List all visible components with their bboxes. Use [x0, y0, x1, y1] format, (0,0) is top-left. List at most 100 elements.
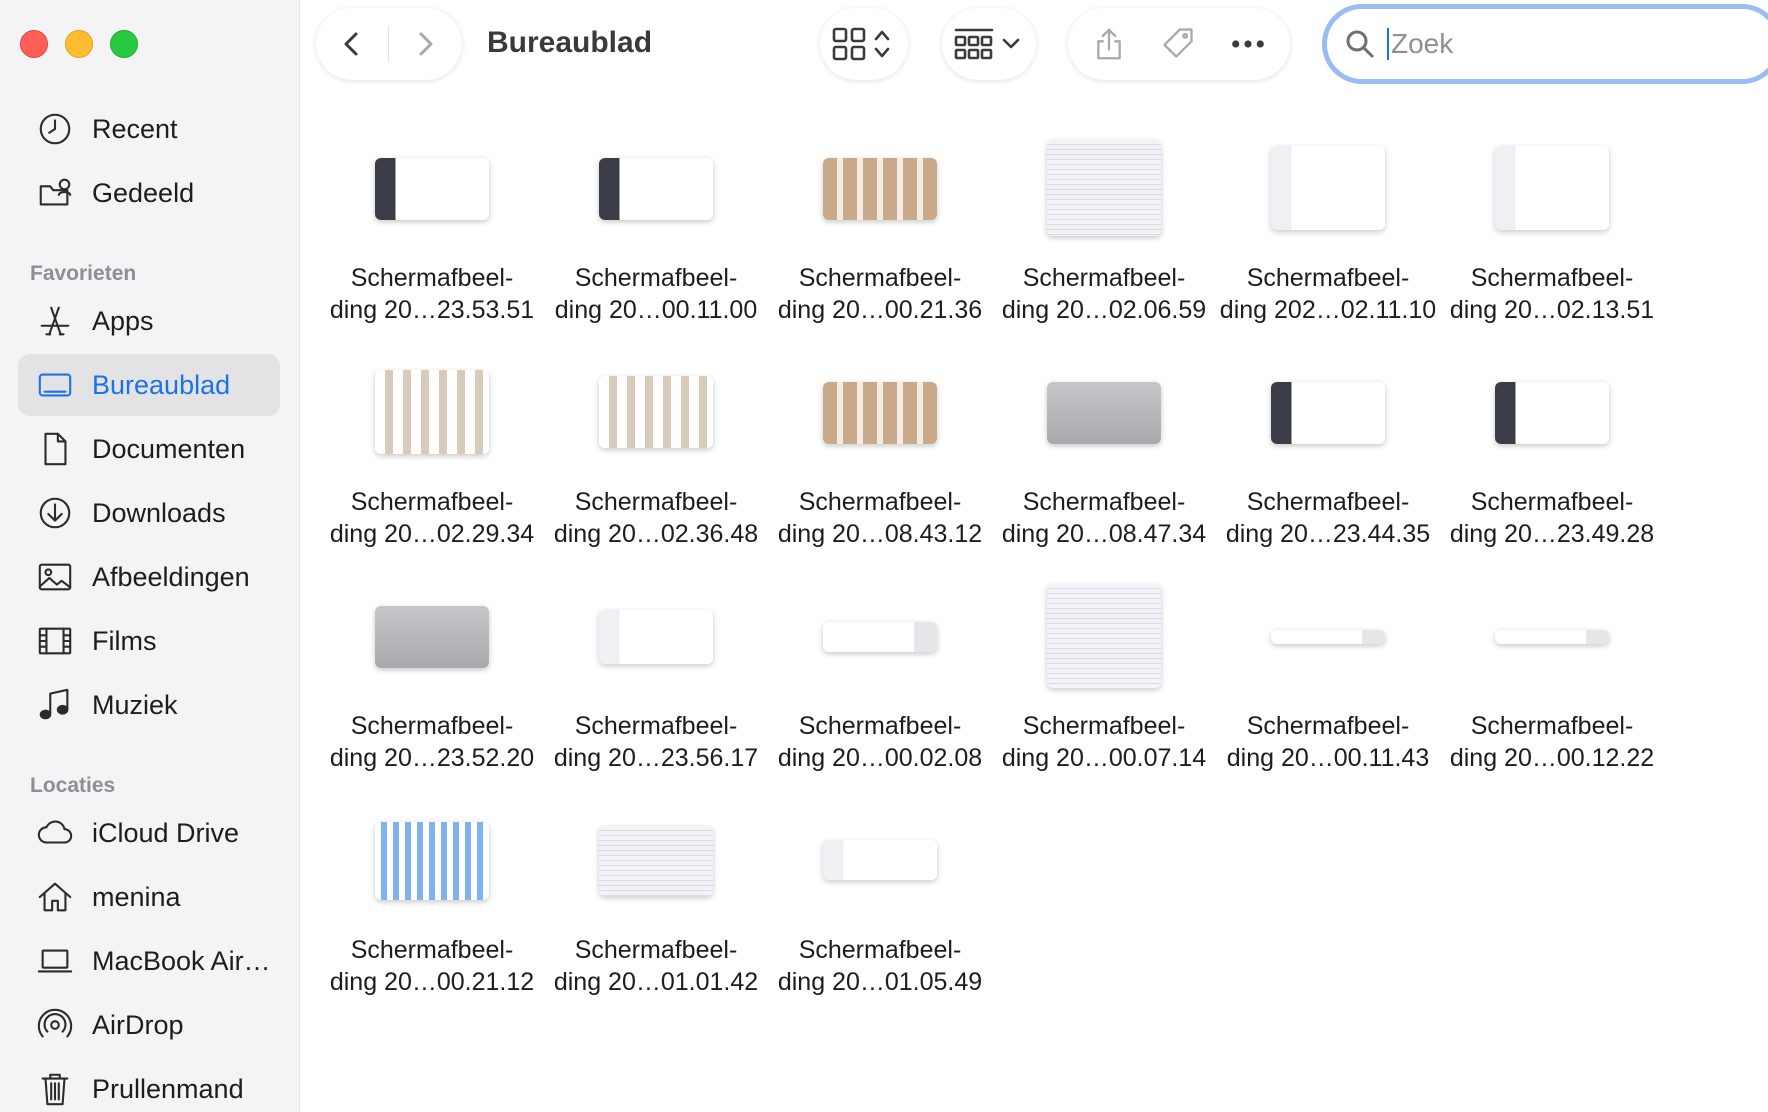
share-icon — [1097, 28, 1122, 60]
sidebar-item-bureaublad[interactable]: Bureaublad — [18, 354, 280, 416]
home-icon — [34, 876, 76, 918]
sidebar-item-airdrop[interactable]: AirDrop — [18, 994, 280, 1056]
file-name-line2: ding 20…23.52.20 — [329, 744, 535, 772]
file-name-line1: Schermafbeel- — [350, 264, 514, 292]
sidebar-item-recent[interactable]: Recent — [18, 98, 280, 160]
sidebar-item-muziek[interactable]: Muziek — [18, 674, 280, 736]
file-item[interactable]: Schermafbeel-ding 20…08.47.34 — [992, 352, 1216, 572]
file-item[interactable]: Schermafbeel-ding 20…00.21.12 — [320, 800, 544, 1020]
shared-folder-icon — [34, 172, 76, 214]
file-name-line2: ding 202…02.11.10 — [1219, 296, 1437, 324]
file-name-line1: Schermafbeel- — [1246, 712, 1410, 740]
ellipsis-icon — [1231, 40, 1264, 48]
file-item[interactable]: Schermafbeel-ding 20…00.11.00 — [544, 128, 768, 348]
icon-view-grid-icon — [832, 27, 890, 61]
file-item[interactable]: Schermafbeel-ding 202…02.11.10 — [1216, 128, 1440, 348]
file-item[interactable]: Schermafbeel-ding 20…00.11.43 — [1216, 576, 1440, 796]
file-item[interactable]: Schermafbeel-ding 20…01.05.49 — [768, 800, 992, 1020]
file-item[interactable]: Schermafbeel-ding 20…02.06.59 — [992, 128, 1216, 348]
close-window-button[interactable] — [20, 30, 48, 58]
file-name: Schermafbeel-ding 20…00.07.14 — [982, 710, 1226, 774]
sidebar-item-documenten[interactable]: Documenten — [18, 418, 280, 480]
file-thumbnail — [375, 370, 489, 454]
file-name: Schermafbeel-ding 202…02.11.10 — [1206, 262, 1450, 326]
back-button[interactable] — [316, 8, 388, 80]
minimize-window-button[interactable] — [65, 30, 93, 58]
search-input[interactable] — [1387, 28, 1687, 60]
file-thumbnail — [1495, 146, 1609, 230]
sidebar-item-afbeeldingen[interactable]: Afbeeldingen — [18, 546, 280, 608]
sidebar-item-films[interactable]: Films — [18, 610, 280, 672]
file-item[interactable]: Schermafbeel-ding 20…00.02.08 — [768, 576, 992, 796]
search-field[interactable] — [1322, 4, 1768, 84]
trash-icon — [34, 1068, 76, 1110]
file-item[interactable]: Schermafbeel-ding 20…23.52.20 — [320, 576, 544, 796]
file-thumbnail — [1495, 382, 1609, 444]
file-name-line1: Schermafbeel- — [350, 488, 514, 516]
actions-toolbar — [1068, 8, 1290, 80]
sidebar-item-label: Muziek — [92, 689, 178, 720]
group-grid-icon — [954, 28, 1020, 60]
file-name-line2: ding 20…00.02.08 — [777, 744, 983, 772]
group-by-button[interactable] — [942, 8, 1036, 80]
file-name-line2: ding 20…00.21.12 — [329, 968, 535, 996]
more-button[interactable] — [1231, 8, 1265, 80]
zoom-window-button[interactable] — [110, 30, 138, 58]
file-item[interactable]: Schermafbeel-ding 20…00.07.14 — [992, 576, 1216, 796]
window-controls — [20, 30, 138, 58]
sidebar-item-trash[interactable]: Prullenmand — [18, 1058, 280, 1112]
file-item[interactable]: Schermafbeel-ding 20…00.21.36 — [768, 128, 992, 348]
photo-icon — [34, 556, 76, 598]
laptop-icon — [34, 940, 76, 982]
file-item[interactable]: Schermafbeel-ding 20…23.53.51 — [320, 128, 544, 348]
file-item[interactable]: Schermafbeel-ding 20…02.36.48 — [544, 352, 768, 572]
file-name-line2: ding 20…23.44.35 — [1225, 520, 1431, 548]
file-name: Schermafbeel-ding 20…23.44.35 — [1206, 486, 1450, 550]
file-item[interactable]: Schermafbeel-ding 20…08.43.12 — [768, 352, 992, 572]
file-name: Schermafbeel-ding 20…23.49.28 — [1430, 486, 1674, 550]
file-name-line2: ding 20…23.53.51 — [329, 296, 535, 324]
file-name-line1: Schermafbeel- — [798, 264, 962, 292]
file-item[interactable]: Schermafbeel-ding 20…23.49.28 — [1440, 352, 1664, 572]
file-item[interactable]: Schermafbeel-ding 20…01.01.42 — [544, 800, 768, 1020]
file-name-line2: ding 20…02.36.48 — [553, 520, 759, 548]
file-item[interactable]: Schermafbeel-ding 20…23.44.35 — [1216, 352, 1440, 572]
file-item[interactable]: Schermafbeel-ding 20…00.12.22 — [1440, 576, 1664, 796]
file-name-line1: Schermafbeel- — [1246, 488, 1410, 516]
sidebar-item-icloud[interactable]: iCloud Drive — [18, 802, 280, 864]
sidebar-item-label: Downloads — [92, 497, 226, 528]
sidebar-item-apps[interactable]: Apps — [18, 290, 280, 352]
file-thumbnail — [1271, 382, 1385, 444]
tag-button[interactable] — [1160, 8, 1196, 80]
file-item[interactable]: Schermafbeel-ding 20…23.56.17 — [544, 576, 768, 796]
file-name-line1: Schermafbeel- — [1022, 264, 1186, 292]
file-name: Schermafbeel-ding 20…00.02.08 — [758, 710, 1002, 774]
file-name: Schermafbeel-ding 20…02.13.51 — [1430, 262, 1674, 326]
file-thumbnail — [375, 606, 489, 668]
file-thumbnail — [823, 382, 937, 444]
file-item[interactable]: Schermafbeel-ding 20…02.29.34 — [320, 352, 544, 572]
sidebar-item-shared[interactable]: Gedeeld — [18, 162, 280, 224]
file-name-line1: Schermafbeel- — [574, 712, 738, 740]
forward-button[interactable] — [389, 8, 461, 80]
file-name-line2: ding 20…00.07.14 — [1001, 744, 1207, 772]
sidebar-item-label: menina — [92, 881, 181, 912]
share-button[interactable] — [1093, 8, 1125, 80]
file-name: Schermafbeel-ding 20…23.56.17 — [534, 710, 778, 774]
music-icon — [34, 684, 76, 726]
file-name: Schermafbeel-ding 20…23.52.20 — [310, 710, 554, 774]
file-name: Schermafbeel-ding 20…00.12.22 — [1430, 710, 1674, 774]
sidebar-item-label: Apps — [92, 305, 154, 336]
sidebar-item-macbook[interactable]: MacBook Air… — [18, 930, 280, 992]
file-name-line1: Schermafbeel- — [1470, 264, 1634, 292]
navigation-buttons — [316, 8, 462, 80]
file-name-line1: Schermafbeel- — [1022, 712, 1186, 740]
sidebar-item-downloads[interactable]: Downloads — [18, 482, 280, 544]
sidebar-item-label: Films — [92, 625, 157, 656]
download-icon — [34, 492, 76, 534]
file-name: Schermafbeel-ding 20…00.21.12 — [310, 934, 554, 998]
sidebar-item-home[interactable]: menina — [18, 866, 280, 928]
file-item[interactable]: Schermafbeel-ding 20…02.13.51 — [1440, 128, 1664, 348]
file-thumbnail — [599, 610, 713, 664]
view-mode-button[interactable] — [820, 8, 908, 80]
